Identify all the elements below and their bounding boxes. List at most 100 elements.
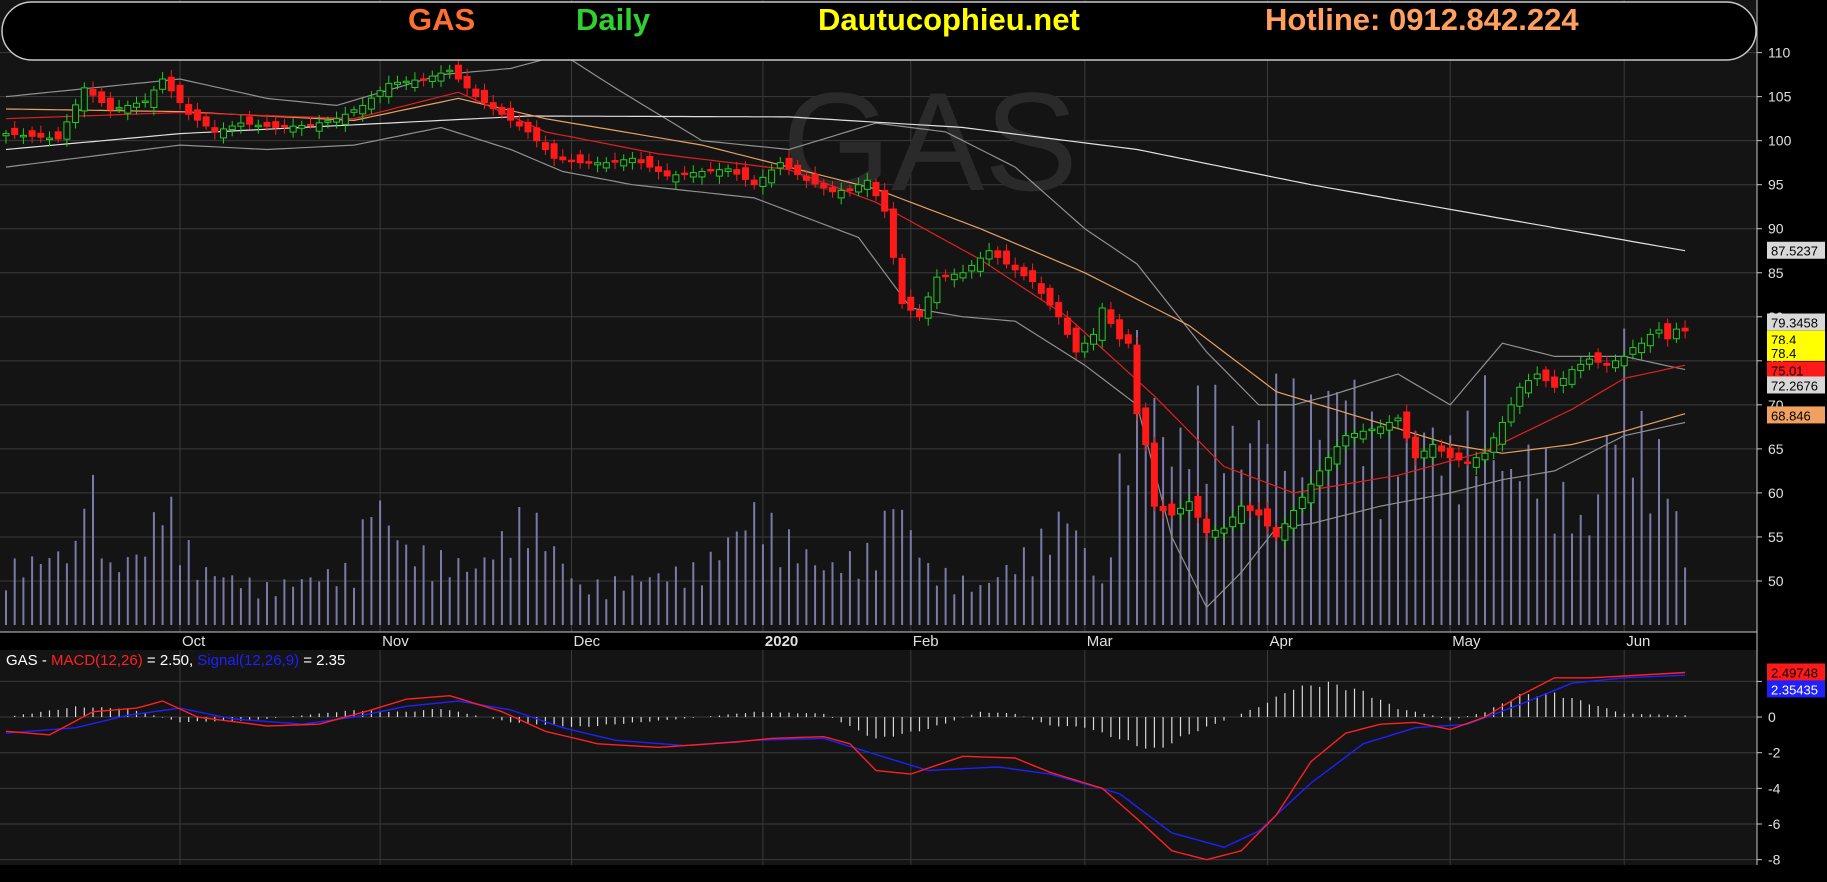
candle-body — [411, 79, 419, 88]
candle-body — [1438, 445, 1445, 452]
candle-body — [1150, 442, 1158, 507]
candle-body — [394, 81, 401, 85]
candle-body — [1290, 510, 1298, 529]
macd-legend-macd: MACD(12,26) — [51, 652, 143, 669]
candle-body — [1116, 319, 1124, 340]
candle-body — [1298, 496, 1306, 509]
stock-chart: GAS GAS Daily Dautucophieu.net Hotline: … — [0, 0, 1827, 882]
date-tick-label: Nov — [382, 633, 409, 650]
candle-body — [1577, 363, 1585, 372]
candle-body — [568, 159, 575, 163]
price-label-text: 75.01 — [1771, 364, 1804, 379]
candle-body — [2, 133, 10, 137]
candle-body — [176, 84, 184, 104]
candle-body — [472, 88, 480, 98]
candle-body — [994, 250, 1002, 258]
candle-body — [1620, 355, 1628, 367]
candle-body — [115, 107, 123, 110]
candle-body — [1646, 333, 1654, 347]
candle-body — [898, 257, 906, 305]
candle-body — [1481, 452, 1489, 461]
candle-body — [307, 123, 314, 127]
candle-body — [280, 124, 288, 128]
candle-body — [1359, 430, 1367, 440]
candle-body — [237, 122, 245, 127]
candle-body — [863, 179, 871, 190]
candle-body — [1264, 508, 1271, 527]
candle-body — [1159, 506, 1167, 512]
macd-legend-signal: Signal(12,26,9) — [197, 652, 299, 669]
candle-body — [159, 78, 167, 90]
candle-body — [829, 187, 836, 193]
candle-body — [1063, 317, 1071, 335]
candle-body — [315, 122, 323, 132]
candle-body — [1011, 264, 1019, 271]
macd-legend-prefix: GAS - — [6, 652, 51, 669]
candle-body — [1342, 435, 1350, 447]
date-tick-label: Oct — [182, 633, 206, 650]
candle-body — [489, 102, 497, 109]
candle-body — [1142, 407, 1150, 445]
candle-body — [1098, 307, 1106, 341]
candle-body — [846, 188, 854, 191]
candle-body — [802, 175, 810, 181]
candle-body — [463, 76, 471, 89]
candle-body — [1255, 509, 1263, 516]
candle-body — [89, 89, 97, 96]
candle-body — [28, 130, 36, 137]
candle-body — [1272, 527, 1280, 538]
candle-body — [1351, 432, 1358, 438]
candle-body — [350, 109, 358, 113]
candle-body — [1655, 329, 1663, 334]
macd-label-text: 2.35435 — [1771, 682, 1818, 697]
candle-body — [1681, 327, 1689, 332]
candle-body — [820, 183, 828, 189]
candle-body — [768, 169, 776, 184]
candle-body — [141, 100, 149, 104]
header-site: Dautucophieu.net — [818, 2, 1080, 37]
candle-body — [541, 142, 549, 150]
candle-body — [550, 143, 558, 159]
candle-body — [707, 168, 715, 172]
candle-body — [324, 120, 332, 123]
price-label-text: 72.2676 — [1771, 378, 1818, 393]
candle-body — [1177, 507, 1184, 515]
candle-body — [1037, 283, 1045, 294]
candle-body — [1551, 376, 1559, 388]
candle-body — [1194, 495, 1202, 518]
candle-body — [507, 107, 515, 121]
candle-body — [1664, 323, 1672, 340]
candle-body — [1594, 352, 1602, 363]
candle-body — [1281, 523, 1289, 541]
candle-body — [19, 134, 27, 138]
candle-body — [968, 264, 976, 272]
candle-body — [428, 75, 436, 83]
candle-body — [1385, 421, 1393, 431]
candle-body — [985, 250, 993, 260]
candle-body — [367, 97, 375, 110]
candle-body — [1003, 250, 1010, 265]
candle-body — [872, 181, 880, 197]
candle-body — [420, 78, 428, 81]
candle-body — [193, 109, 201, 121]
candle-body — [124, 104, 132, 114]
candle-body — [1394, 417, 1402, 422]
candle-body — [1568, 369, 1576, 385]
macd-legend-macd-value: = 2.50, — [143, 652, 198, 669]
candle-body — [1307, 483, 1315, 504]
candle-body — [385, 82, 393, 98]
candle-body — [1046, 287, 1054, 306]
candle-body — [733, 169, 741, 175]
macd-legend-signal-value: = 2.35 — [299, 652, 345, 669]
candle-body — [481, 89, 488, 104]
candle-body — [454, 64, 462, 80]
candle-body — [628, 157, 636, 164]
macd-panel-bg — [0, 650, 1757, 865]
candle-body — [950, 273, 958, 281]
candle-body — [63, 121, 71, 140]
candle-body — [211, 127, 219, 133]
candle-body — [715, 169, 723, 177]
date-tick-label: Feb — [913, 633, 939, 650]
candle-body — [1490, 437, 1498, 453]
candle-body — [794, 164, 802, 175]
